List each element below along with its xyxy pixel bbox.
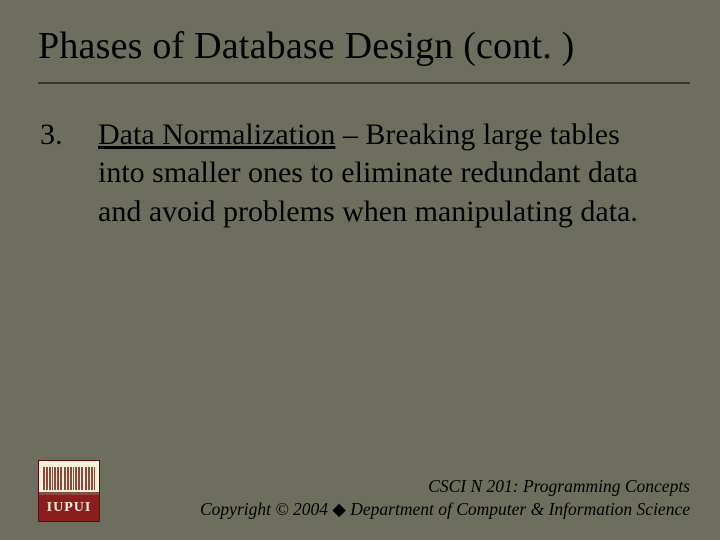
list-item: 3. Data Normalization – Breaking large t…	[38, 116, 660, 231]
footer: IUPUI CSCI N 201: Programming Concepts C…	[38, 460, 690, 522]
term: Data Normalization	[98, 118, 335, 151]
slide-body: 3. Data Normalization – Breaking large t…	[38, 116, 660, 231]
slide-title: Phases of Database Design (cont. )	[38, 24, 690, 68]
slide: Phases of Database Design (cont. ) 3. Da…	[0, 0, 720, 540]
list-text: Data Normalization – Breaking large tabl…	[98, 116, 660, 231]
iupui-logo-icon: IUPUI	[38, 460, 100, 522]
logo-building-icon	[43, 467, 95, 490]
course-line: CSCI N 201: Programming Concepts	[118, 475, 690, 499]
copyright-line: Copyright © 2004 ◆ Department of Compute…	[118, 498, 690, 522]
logo-top	[39, 461, 99, 492]
list-number: 3.	[38, 116, 98, 231]
footer-text: CSCI N 201: Programming Concepts Copyrig…	[118, 475, 690, 522]
copyright-suffix: Department of Computer & Information Sci…	[346, 499, 690, 519]
logo-text: IUPUI	[39, 495, 99, 521]
bullet-icon: ◆	[332, 499, 345, 519]
title-rule	[38, 82, 690, 84]
copyright-prefix: Copyright © 2004	[200, 499, 332, 519]
